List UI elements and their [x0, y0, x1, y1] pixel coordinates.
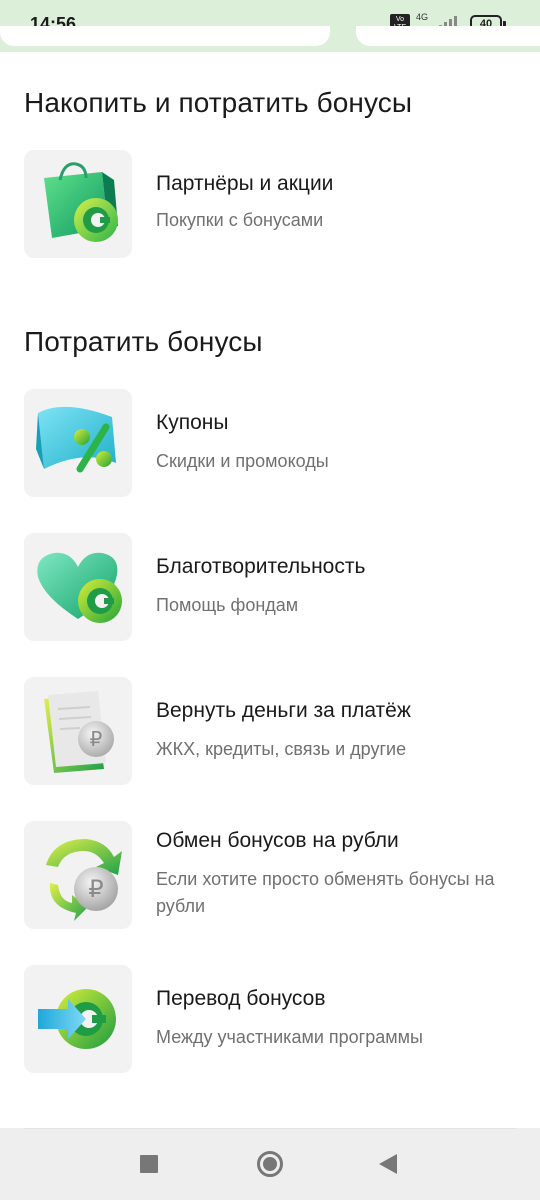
list-item-exchange[interactable]: ₽ Обмен бонусов на рубли Если хотите про…	[24, 821, 516, 929]
svg-text:₽: ₽	[90, 727, 103, 751]
network-type: 4G	[415, 12, 428, 22]
item-title: Вернуть деньги за платёж	[156, 699, 411, 722]
list-item-refund[interactable]: ₽ Вернуть деньги за платёж ЖКХ, кредиты,…	[24, 677, 516, 785]
item-subtitle: Скидки и промокоды	[156, 451, 329, 471]
item-title: Купоны	[156, 411, 229, 434]
item-subtitle: Покупки с бонусами	[156, 210, 324, 230]
item-subtitle: Если хотите просто обменять бонусы на ру…	[156, 869, 495, 916]
home-circle-icon[interactable]	[257, 1151, 283, 1177]
previous-card-edge-right	[356, 26, 540, 46]
section-title-spend: Потратить бонусы	[24, 326, 263, 357]
item-title: Перевод бонусов	[156, 987, 326, 1010]
tile	[24, 965, 132, 1073]
tile	[24, 533, 132, 641]
list-item-coupons[interactable]: Купоны Скидки и промокоды	[24, 389, 516, 497]
coupon-percent-icon	[36, 406, 116, 473]
shopping-bag-icon	[44, 162, 118, 242]
transfer-bonus-icon	[38, 989, 116, 1049]
tile	[24, 389, 132, 497]
item-title: Обмен бонусов на рубли	[156, 829, 399, 852]
list-item-transfer[interactable]: Перевод бонусов Между участниками програ…	[24, 965, 516, 1073]
tile	[24, 150, 132, 258]
tile: ₽	[24, 677, 132, 785]
exchange-ruble-icon: ₽	[46, 839, 122, 921]
heart-coin-icon	[37, 552, 122, 623]
section-title-earn-spend: Накопить и потратить бонусы	[24, 87, 413, 118]
list-item-charity[interactable]: Благотворительность Помощь фондам	[24, 533, 516, 641]
list-item-partners[interactable]: Партнёры и акции Покупки с бонусами	[24, 150, 516, 258]
previous-card-edge	[0, 26, 330, 46]
item-subtitle: ЖКХ, кредиты, связь и другие	[156, 739, 407, 759]
receipt-ruble-icon: ₽	[44, 691, 114, 773]
item-title: Благотворительность	[156, 555, 366, 578]
tile: ₽	[24, 821, 132, 929]
back-triangle-icon[interactable]	[379, 1154, 397, 1174]
item-subtitle: Между участниками программы	[156, 1027, 423, 1047]
svg-text:₽: ₽	[88, 875, 103, 903]
recent-apps-square-icon[interactable]	[140, 1155, 158, 1173]
item-subtitle: Помощь фондам	[156, 595, 299, 615]
divider	[24, 1128, 516, 1129]
item-title: Партнёры и акции	[156, 172, 334, 195]
